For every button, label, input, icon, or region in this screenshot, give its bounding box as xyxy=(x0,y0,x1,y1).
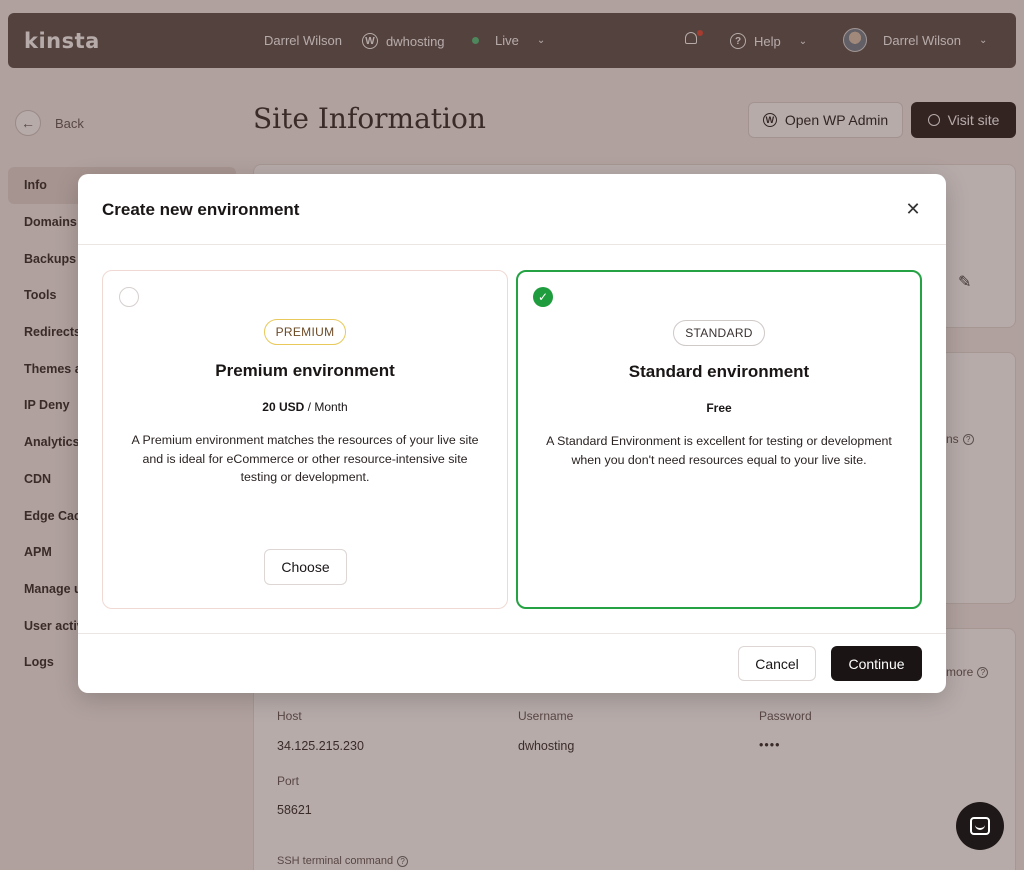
premium-price-amount: 20 USD xyxy=(262,400,305,414)
create-environment-modal: Create new environment ✕ PREMIUM Premium… xyxy=(78,174,946,693)
premium-title: Premium environment xyxy=(215,361,395,380)
premium-price: 20 USD / Month xyxy=(103,400,507,414)
premium-radio[interactable] xyxy=(119,287,139,307)
continue-button[interactable]: Continue xyxy=(831,646,922,681)
modal-header: Create new environment ✕ xyxy=(78,174,946,245)
modal-title: Create new environment xyxy=(102,200,300,219)
standard-price-amount: Free xyxy=(706,401,732,415)
close-icon[interactable]: ✕ xyxy=(902,198,924,220)
standard-price: Free xyxy=(518,401,920,415)
premium-badge: PREMIUM xyxy=(263,319,347,345)
check-icon[interactable]: ✓ xyxy=(533,287,553,307)
chat-support-button[interactable] xyxy=(956,802,1004,850)
standard-badge: STANDARD xyxy=(673,320,765,346)
standard-description: A Standard Environment is excellent for … xyxy=(546,434,892,467)
modal-footer: Cancel Continue xyxy=(78,633,946,693)
premium-environment-option[interactable]: PREMIUM Premium environment 20 USD / Mon… xyxy=(102,270,508,609)
standard-environment-option[interactable]: ✓ STANDARD Standard environment Free A S… xyxy=(516,270,922,609)
premium-description: A Premium environment matches the resour… xyxy=(131,433,479,484)
standard-title: Standard environment xyxy=(628,362,810,381)
chat-icon xyxy=(970,817,990,835)
choose-premium-button[interactable]: Choose xyxy=(264,549,347,585)
cancel-button[interactable]: Cancel xyxy=(738,646,816,681)
premium-price-period: / Month xyxy=(304,400,348,414)
